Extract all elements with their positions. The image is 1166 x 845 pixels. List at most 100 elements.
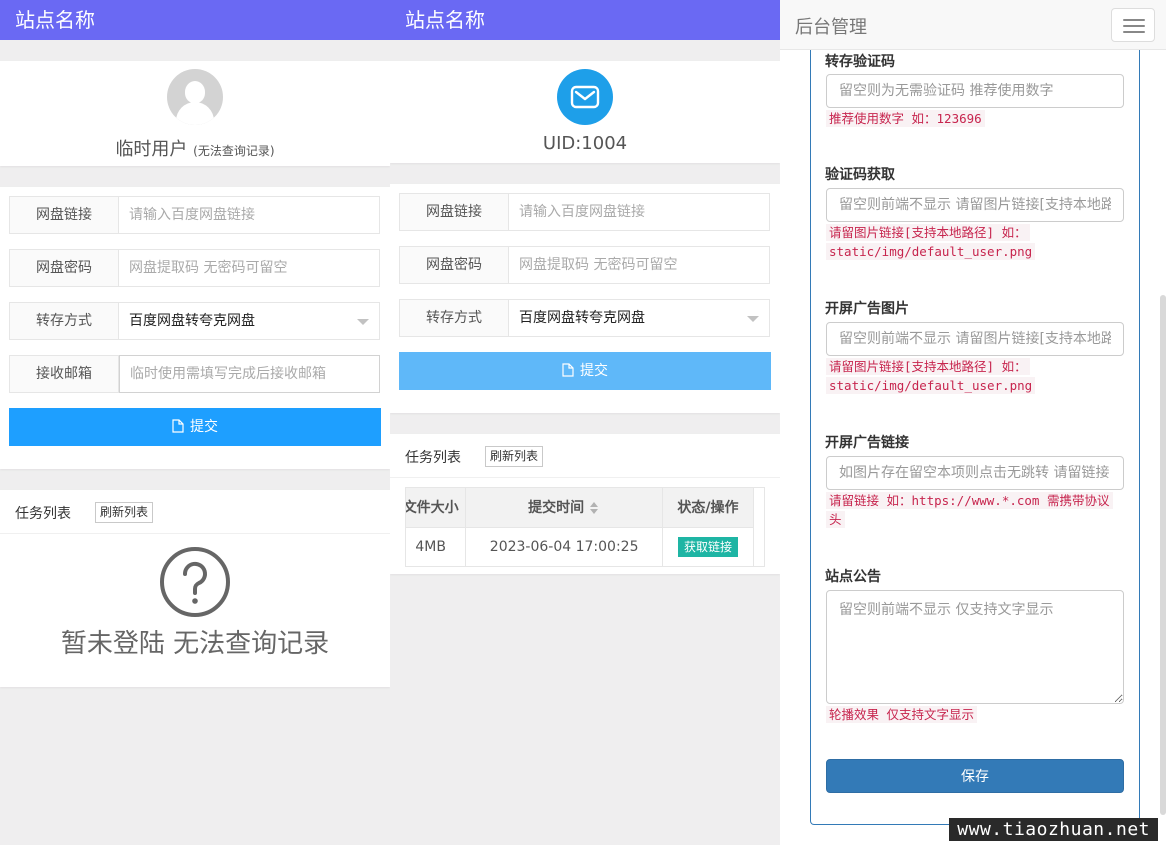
splash-image-help-line2: static/img/default_user.png bbox=[826, 377, 1036, 394]
password-label: 网盘密码 bbox=[10, 250, 119, 286]
mode-label: 转存方式 bbox=[400, 300, 509, 336]
mode-label: 转存方式 bbox=[10, 303, 119, 339]
col-status: 状态/操作 bbox=[662, 488, 755, 528]
submit-button[interactable]: 提交 bbox=[399, 352, 771, 390]
file-icon bbox=[562, 363, 574, 377]
watermark: www.tiaozhuan.net bbox=[949, 818, 1158, 841]
transfer-form: 网盘链接 网盘密码 转存方式 百度网盘转夸克网盘 提交 bbox=[390, 184, 780, 413]
captcha-image-input[interactable] bbox=[826, 188, 1124, 222]
sort-icon[interactable] bbox=[590, 502, 600, 515]
question-mark-icon bbox=[160, 547, 230, 617]
notice-help: 轮播效果 仅支持文字显示 bbox=[826, 705, 1126, 724]
mode-row: 转存方式 百度网盘转夸克网盘 bbox=[9, 302, 380, 340]
profile-card: 临时用户 (无法查询记录) bbox=[0, 61, 390, 166]
mode-value: 百度网盘转夸克网盘 bbox=[129, 313, 255, 329]
admin-navbar: 后台管理 bbox=[780, 0, 1166, 50]
email-label: 接收邮箱 bbox=[10, 356, 119, 392]
submit-button[interactable]: 提交 bbox=[9, 408, 381, 446]
file-icon bbox=[172, 419, 184, 433]
mail-avatar bbox=[557, 69, 613, 125]
profile-card: UID:1004 bbox=[390, 61, 780, 163]
link-label: 网盘链接 bbox=[10, 197, 119, 233]
submit-label: 提交 bbox=[190, 419, 218, 435]
link-label: 网盘链接 bbox=[400, 194, 509, 230]
mode-select[interactable]: 百度网盘转夸克网盘 bbox=[509, 300, 769, 336]
splash-link-help-line2: 头 bbox=[826, 511, 845, 528]
splash-image-input[interactable] bbox=[826, 322, 1124, 356]
dropdown-caret-icon bbox=[357, 319, 369, 325]
refresh-list-button[interactable]: 刷新列表 bbox=[485, 446, 544, 467]
link-row: 网盘链接 bbox=[399, 193, 770, 231]
captcha-image-help-line1: 请留图片链接[支持本地路径] 如： bbox=[826, 224, 1030, 241]
menu-toggle-button[interactable] bbox=[1111, 8, 1155, 42]
password-row: 网盘密码 bbox=[399, 246, 770, 284]
cell-action: 获取链接 bbox=[662, 527, 755, 566]
col-time[interactable]: 提交时间 bbox=[465, 488, 663, 528]
site-title-bar: 站点名称 bbox=[390, 0, 780, 40]
task-list-header: 任务列表 刷新列表 bbox=[0, 490, 390, 534]
link-row: 网盘链接 bbox=[9, 196, 380, 234]
uid-text: UID:1004 bbox=[542, 133, 628, 154]
get-link-button[interactable]: 获取链接 bbox=[677, 536, 738, 557]
hamburger-icon bbox=[1123, 19, 1145, 21]
task-list-header: 任务列表 刷新列表 bbox=[390, 434, 780, 478]
user-view: 站点名称 UID:1004 网盘链接 网盘密码 转存方式 百度网盘转夸克网盘 bbox=[390, 0, 780, 845]
empty-state-text: 暂未登陆 无法查询记录 bbox=[60, 629, 330, 659]
cell-size: 4MB bbox=[406, 527, 467, 566]
dropdown-caret-icon bbox=[747, 316, 759, 322]
splash-image-help-line1: 请留图片链接[支持本地路径] 如： bbox=[826, 358, 1030, 375]
splash-image-help: 请留图片链接[支持本地路径] 如： static/img/default_user… bbox=[826, 357, 1126, 395]
splash-link-label: 开屏广告链接 bbox=[825, 435, 909, 451]
refresh-list-button[interactable]: 刷新列表 bbox=[95, 502, 154, 523]
site-title: 站点名称 bbox=[405, 8, 485, 32]
mode-select[interactable]: 百度网盘转夸克网盘 bbox=[119, 303, 379, 339]
site-title: 站点名称 bbox=[15, 8, 95, 32]
notice-textarea[interactable] bbox=[826, 590, 1124, 704]
task-list-card: 任务列表 刷新列表 暂未登陆 无法查询记录 bbox=[0, 490, 390, 687]
admin-title[interactable]: 后台管理 bbox=[795, 13, 867, 39]
col-time-label: 提交时间 bbox=[528, 500, 585, 517]
link-input[interactable] bbox=[119, 197, 379, 233]
col-size[interactable]: 文件大小 bbox=[406, 488, 467, 528]
transfer-form: 网盘链接 网盘密码 转存方式 百度网盘转夸克网盘 接收邮箱 提交 bbox=[0, 187, 390, 469]
guest-view: 站点名称 临时用户 (无法查询记录) 网盘链接 网盘密码 转存方式 百度网盘转夸… bbox=[0, 0, 390, 845]
password-label: 网盘密码 bbox=[400, 247, 509, 283]
password-input[interactable] bbox=[119, 250, 379, 286]
captcha-image-label: 验证码获取 bbox=[825, 167, 895, 183]
site-title-bar: 站点名称 bbox=[0, 0, 390, 40]
task-list-card: 任务列表 刷新列表 文件大小 提交时间 状态/操作 4MB 2023-06-04… bbox=[390, 434, 780, 574]
splash-image-label: 开屏广告图片 bbox=[825, 301, 909, 317]
scrollbar[interactable] bbox=[1160, 295, 1166, 815]
table-header-row: 文件大小 提交时间 状态/操作 bbox=[406, 488, 755, 528]
default-avatar-icon bbox=[167, 69, 223, 125]
profile-name: 临时用户 (无法查询记录) bbox=[0, 135, 390, 161]
link-input[interactable] bbox=[509, 194, 769, 230]
task-table: 文件大小 提交时间 状态/操作 4MB 2023-06-04 17:00:25 … bbox=[405, 487, 765, 567]
password-row: 网盘密码 bbox=[9, 249, 380, 287]
captcha-input[interactable] bbox=[826, 74, 1124, 108]
splash-link-help: 请留链接 如：https://www.*.com 需携带协议头 bbox=[826, 491, 1126, 529]
admin-view: 后台管理 转存验证码 推荐使用数字 如：123696 验证码获取 请留图片链接[… bbox=[780, 0, 1166, 845]
save-button[interactable]: 保存 bbox=[826, 759, 1124, 793]
email-row: 接收邮箱 bbox=[9, 355, 380, 393]
task-list-title: 任务列表 bbox=[405, 450, 461, 466]
mode-value: 百度网盘转夸克网盘 bbox=[519, 310, 645, 326]
captcha-help: 推荐使用数字 如：123696 bbox=[826, 109, 1126, 128]
submit-label: 提交 bbox=[580, 363, 608, 379]
envelope-icon bbox=[570, 85, 600, 109]
captcha-image-help-line2: static/img/default_user.png bbox=[826, 243, 1036, 260]
cell-time: 2023-06-04 17:00:25 bbox=[465, 527, 663, 566]
splash-link-input[interactable] bbox=[826, 456, 1124, 490]
notice-help-text: 轮播效果 仅支持文字显示 bbox=[826, 706, 978, 723]
table-row: 4MB 2023-06-04 17:00:25 获取链接 bbox=[406, 527, 755, 566]
password-input[interactable] bbox=[509, 247, 769, 283]
user-name: 临时用户 bbox=[115, 139, 188, 160]
task-list-title: 任务列表 bbox=[15, 506, 71, 522]
notice-label: 站点公告 bbox=[825, 569, 881, 585]
captcha-image-help: 请留图片链接[支持本地路径] 如： static/img/default_user… bbox=[826, 223, 1126, 261]
splash-link-help-line1: 请留链接 如：https://www.*.com 需携带协议 bbox=[826, 492, 1113, 509]
captcha-help-text: 推荐使用数字 如：123696 bbox=[826, 110, 985, 127]
user-note: (无法查询记录) bbox=[193, 144, 275, 158]
captcha-label: 转存验证码 bbox=[825, 54, 895, 70]
email-input[interactable] bbox=[119, 355, 380, 393]
